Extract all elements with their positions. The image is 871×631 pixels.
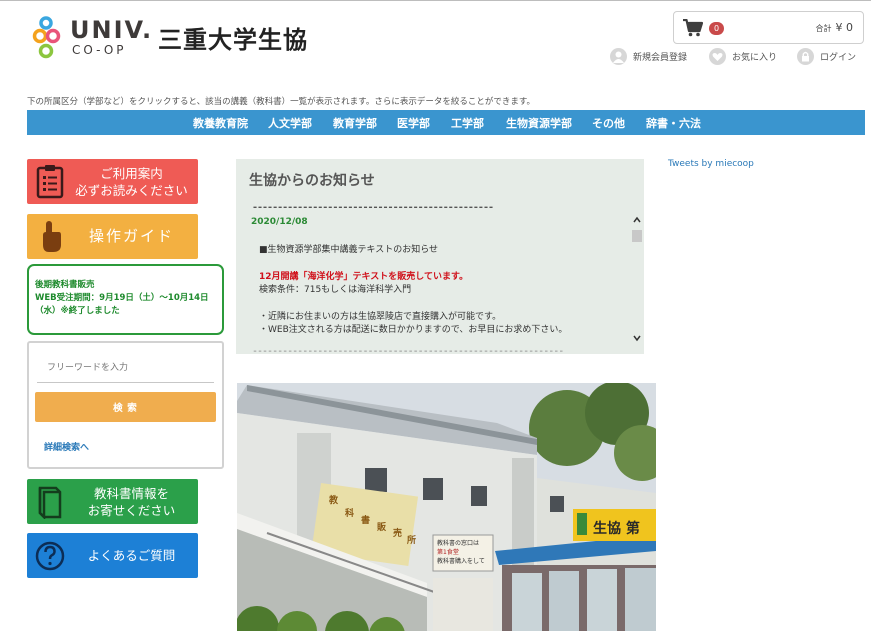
top-border: [0, 0, 871, 1]
login-link[interactable]: ログイン: [797, 47, 856, 65]
faq-label: よくあるご質問: [87, 548, 176, 563]
user-icon: [610, 47, 627, 65]
scroll-up-icon[interactable]: [633, 216, 641, 224]
account-links: 新規会員登録 お気に入り ログイン: [610, 47, 865, 67]
nav-item-liberal-arts[interactable]: 教養教育院: [193, 115, 248, 131]
cart-summary[interactable]: 0 合計 ¥ 0: [673, 11, 864, 44]
sale-line3: （水）※終了しました: [35, 306, 120, 316]
tweets-link[interactable]: Tweets by miecoop: [668, 159, 754, 169]
news-divider: ----------------------------------------…: [252, 202, 494, 213]
news-panel: 生協からのお知らせ ------------------------------…: [236, 159, 644, 354]
news-title: 生協からのお知らせ: [249, 173, 375, 189]
news-heading: ■生物資源学部集中講義テキストのお知らせ: [259, 245, 439, 255]
faq-button[interactable]: よくあるご質問: [27, 533, 198, 578]
search-panel: 検 索 詳細検索へ: [27, 341, 224, 469]
lock-icon: [797, 47, 814, 65]
coop-logo-mark-icon: [32, 16, 61, 59]
book-icon: [38, 486, 62, 519]
sign-char-6: 所: [407, 534, 416, 546]
clipboard-checklist-icon: [36, 165, 64, 199]
usage-guide-line2: 必ずお読みください: [75, 182, 188, 198]
usage-guide-line1: ご利用案内: [100, 165, 163, 181]
usage-guide-button[interactable]: ご利用案内 必ずお読みください: [27, 159, 198, 204]
nav-item-humanities[interactable]: 人文学部: [268, 115, 312, 131]
board-line-3: 教科書購入をして: [437, 557, 485, 565]
nav-item-medicine[interactable]: 医学部: [397, 115, 430, 131]
news-search-condition: 検索条件：715もしくは海洋科学入門: [259, 285, 412, 295]
nav-item-other[interactable]: その他: [592, 115, 625, 131]
textbook-info-label: 教科書情報を お寄せください: [69, 479, 194, 524]
nav-item-education[interactable]: 教育学部: [333, 115, 377, 131]
shopping-cart-icon: [683, 19, 703, 37]
heart-icon: [709, 47, 726, 65]
pointing-hand-icon: [43, 221, 61, 252]
operation-guide-button[interactable]: 操作ガイド: [27, 214, 198, 259]
news-scroll-area[interactable]: ----------------------------------------…: [236, 202, 630, 354]
nav-item-dictionaries[interactable]: 辞書・六法: [646, 115, 701, 131]
login-label: ログイン: [820, 52, 857, 63]
news-bullet-1: ・近隣にお住まいの方は生協翠陵店で直接購入が可能です。: [259, 312, 502, 322]
news-highlight: 12月開講「海洋化学」テキストを販売しています。: [259, 272, 469, 282]
news-date: 2020/12/08: [251, 217, 308, 227]
cart-count-badge: 0: [709, 22, 724, 35]
site-title: 三重大学生協: [158, 26, 308, 54]
cart-total-label: 合計: [815, 24, 832, 33]
textbook-sale-notice: 後期教科書販売 WEB受注期間：9月19日（土）〜10月14日 （水）※終了しま…: [27, 264, 224, 335]
sale-line1: 後期教科書販売: [35, 280, 95, 290]
nav-item-bioresources[interactable]: 生物資源学部: [506, 115, 572, 131]
news-divider-bottom: ----------------------------------------…: [252, 346, 564, 354]
register-link[interactable]: 新規会員登録: [610, 47, 687, 65]
cart-total: 合計 ¥ 0: [816, 21, 854, 34]
free-word-search-input[interactable]: [37, 352, 214, 383]
univ-coop-logo[interactable]: UNIV. CO-OP: [32, 14, 151, 64]
sign-char-2: 科: [345, 507, 354, 519]
textbook-info-line2: お寄せください: [87, 502, 176, 518]
board-line-1: 教科書の窓口は: [437, 539, 479, 547]
logo-univ-text: UNIV.: [70, 16, 154, 44]
store-photo: 教 科 書 販 売 所 教科書の窓口は 第1食堂 教科書購入をして 生協 第: [237, 383, 656, 631]
coop-sign-text: 生協 第: [593, 520, 640, 537]
news-bullet-2: ・WEB注文される方は配送に数日かかりますので、お早目にお求め下さい。: [259, 325, 568, 335]
favorites-link[interactable]: お気に入り: [709, 47, 777, 65]
usage-guide-label: ご利用案内 必ずお読みください: [69, 159, 194, 204]
sale-line2: WEB受注期間：9月19日（土）〜10月14日: [35, 293, 209, 303]
scrollbar-thumb[interactable]: [632, 230, 642, 242]
textbook-info-button[interactable]: 教科書情報を お寄せください: [27, 479, 198, 524]
operation-guide-label: 操作ガイド: [88, 227, 174, 245]
sign-char-3: 書: [361, 514, 370, 526]
sign-char-5: 売: [393, 527, 402, 539]
board-line-2: 第1食堂: [437, 548, 459, 556]
news-scrollbar[interactable]: [630, 202, 644, 354]
cart-total-value: ¥ 0: [835, 21, 854, 34]
textbook-info-line1: 教科書情報を: [93, 485, 169, 501]
register-label: 新規会員登録: [633, 52, 688, 63]
coop-store-building-image: 教 科 書 販 売 所 教科書の窓口は 第1食堂 教科書購入をして 生協 第: [237, 383, 656, 631]
faculty-nav: 教養教育院 人文学部 教育学部 医学部 工学部 生物資源学部 その他 辞書・六法: [27, 110, 865, 135]
advanced-search-link[interactable]: 詳細検索へ: [44, 440, 89, 453]
logo-coop-text: CO-OP: [72, 43, 127, 57]
favorites-label: お気に入り: [732, 52, 778, 63]
question-mark-icon: [35, 541, 65, 571]
category-instructions: 下の所属区分（学部など）をクリックすると、該当の講義（教科書）一覧が表示されます…: [27, 97, 535, 107]
nav-item-engineering[interactable]: 工学部: [451, 115, 484, 131]
search-button[interactable]: 検 索: [35, 392, 216, 422]
sign-char-1: 教: [328, 494, 339, 506]
sign-char-4: 販: [377, 521, 387, 533]
scroll-down-icon[interactable]: [633, 334, 641, 342]
